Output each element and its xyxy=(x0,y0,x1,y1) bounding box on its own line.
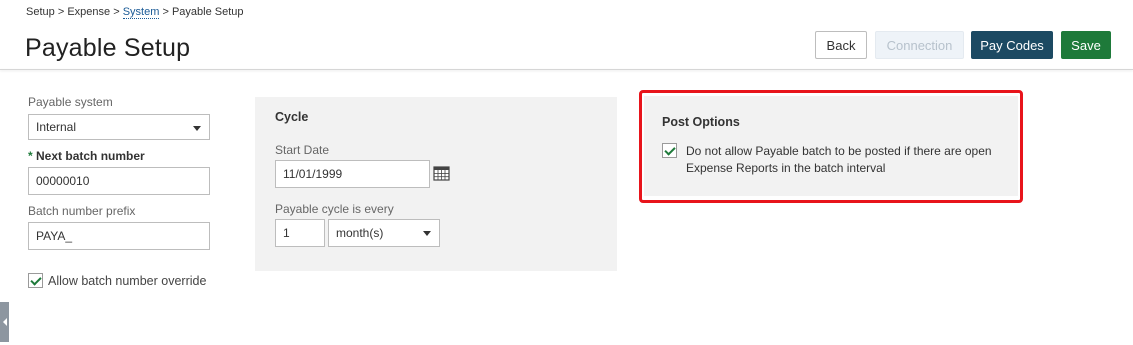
breadcrumb-separator: > xyxy=(162,6,169,18)
breadcrumb-system[interactable]: System xyxy=(122,6,160,19)
checkmark-icon xyxy=(29,273,42,286)
payable-system-label: Payable system xyxy=(28,95,113,109)
chevron-left-icon xyxy=(2,318,7,326)
breadcrumb-setup[interactable]: Setup xyxy=(26,6,55,18)
prefix-input[interactable]: PAYA_ xyxy=(28,222,210,250)
allow-override-label: Allow batch number override xyxy=(48,274,207,288)
cycle-title: Cycle xyxy=(275,110,309,124)
page-title: Payable Setup xyxy=(25,34,191,62)
payable-system-value: Internal xyxy=(36,120,77,134)
payable-system-select[interactable]: Internal xyxy=(28,114,210,140)
post-options-title: Post Options xyxy=(662,115,740,129)
next-batch-value: 00000010 xyxy=(36,174,90,188)
prefix-label: Batch number prefix xyxy=(28,204,136,218)
header-divider xyxy=(0,69,1133,70)
allow-override-checkbox[interactable] xyxy=(28,273,43,288)
post-option-line-1: Do not allow Payable batch to be posted … xyxy=(686,144,992,158)
start-date-input[interactable]: 11/01/1999 xyxy=(275,160,430,188)
next-batch-input[interactable]: 00000010 xyxy=(28,167,210,195)
post-option-line-2: Expense Reports in the batch interval xyxy=(686,161,886,175)
breadcrumb-expense[interactable]: Expense xyxy=(67,6,110,18)
pay-codes-button[interactable]: Pay Codes xyxy=(971,31,1053,59)
post-option-label: Do not allow Payable batch to be posted … xyxy=(686,143,992,177)
start-date-label: Start Date xyxy=(275,143,330,157)
cycle-every-label: Payable cycle is every xyxy=(275,202,394,216)
prefix-value: PAYA_ xyxy=(36,229,73,243)
checkmark-icon xyxy=(663,143,676,156)
breadcrumb-current: Payable Setup xyxy=(171,6,244,18)
collapse-panel-tab[interactable] xyxy=(0,302,9,342)
back-button[interactable]: Back xyxy=(815,31,867,59)
breadcrumb-separator: > xyxy=(57,6,65,18)
breadcrumb: Setup > Expense > System > Payable Setup xyxy=(26,6,244,19)
breadcrumb-separator: > xyxy=(113,6,120,18)
chevron-down-icon xyxy=(193,126,201,131)
post-option-checkbox[interactable] xyxy=(662,143,677,158)
chevron-down-icon xyxy=(423,231,431,236)
cycle-unit-value: month(s) xyxy=(336,226,384,240)
save-button[interactable]: Save xyxy=(1061,31,1111,59)
cycle-every-value: 1 xyxy=(283,226,290,240)
next-batch-label: Next batch number xyxy=(36,149,145,163)
connection-button[interactable]: Connection xyxy=(875,31,964,59)
calendar-icon[interactable] xyxy=(433,165,450,186)
cycle-every-input[interactable]: 1 xyxy=(275,219,325,247)
start-date-value: 11/01/1999 xyxy=(283,167,343,181)
next-batch-label-wrap: * Next batch number xyxy=(28,149,145,163)
cycle-unit-select[interactable]: month(s) xyxy=(328,219,440,247)
required-marker: * xyxy=(28,149,33,163)
